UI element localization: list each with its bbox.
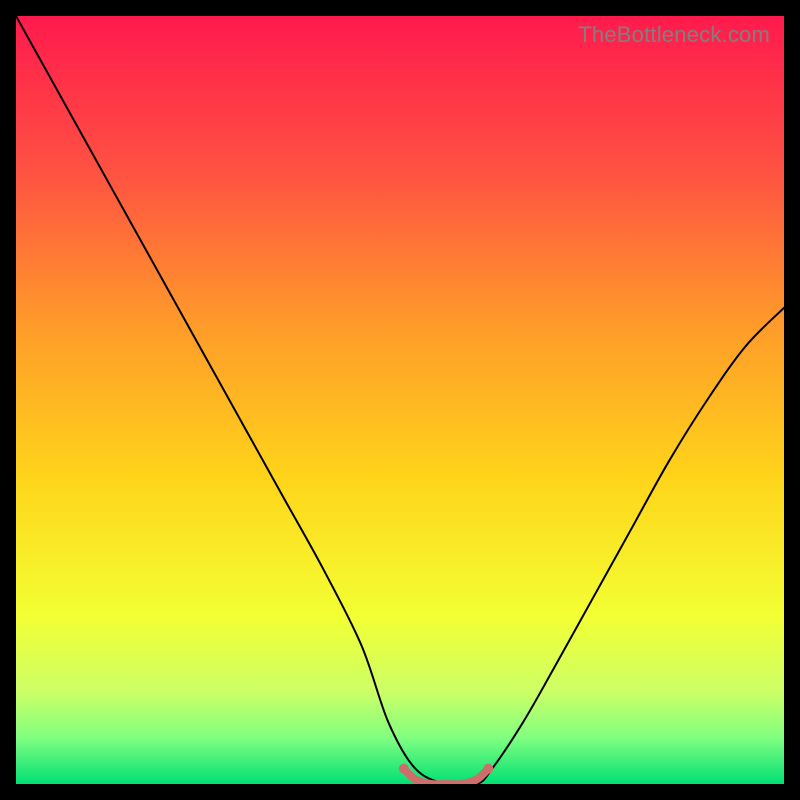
floor-endpoint [483, 764, 493, 774]
chart-svg [16, 16, 784, 784]
watermark-text: TheBottleneck.com [578, 22, 770, 48]
chart-frame: TheBottleneck.com [16, 16, 784, 784]
floor-endpoint [399, 764, 409, 774]
chart-background [16, 16, 784, 784]
chart-plot-area [16, 16, 784, 784]
